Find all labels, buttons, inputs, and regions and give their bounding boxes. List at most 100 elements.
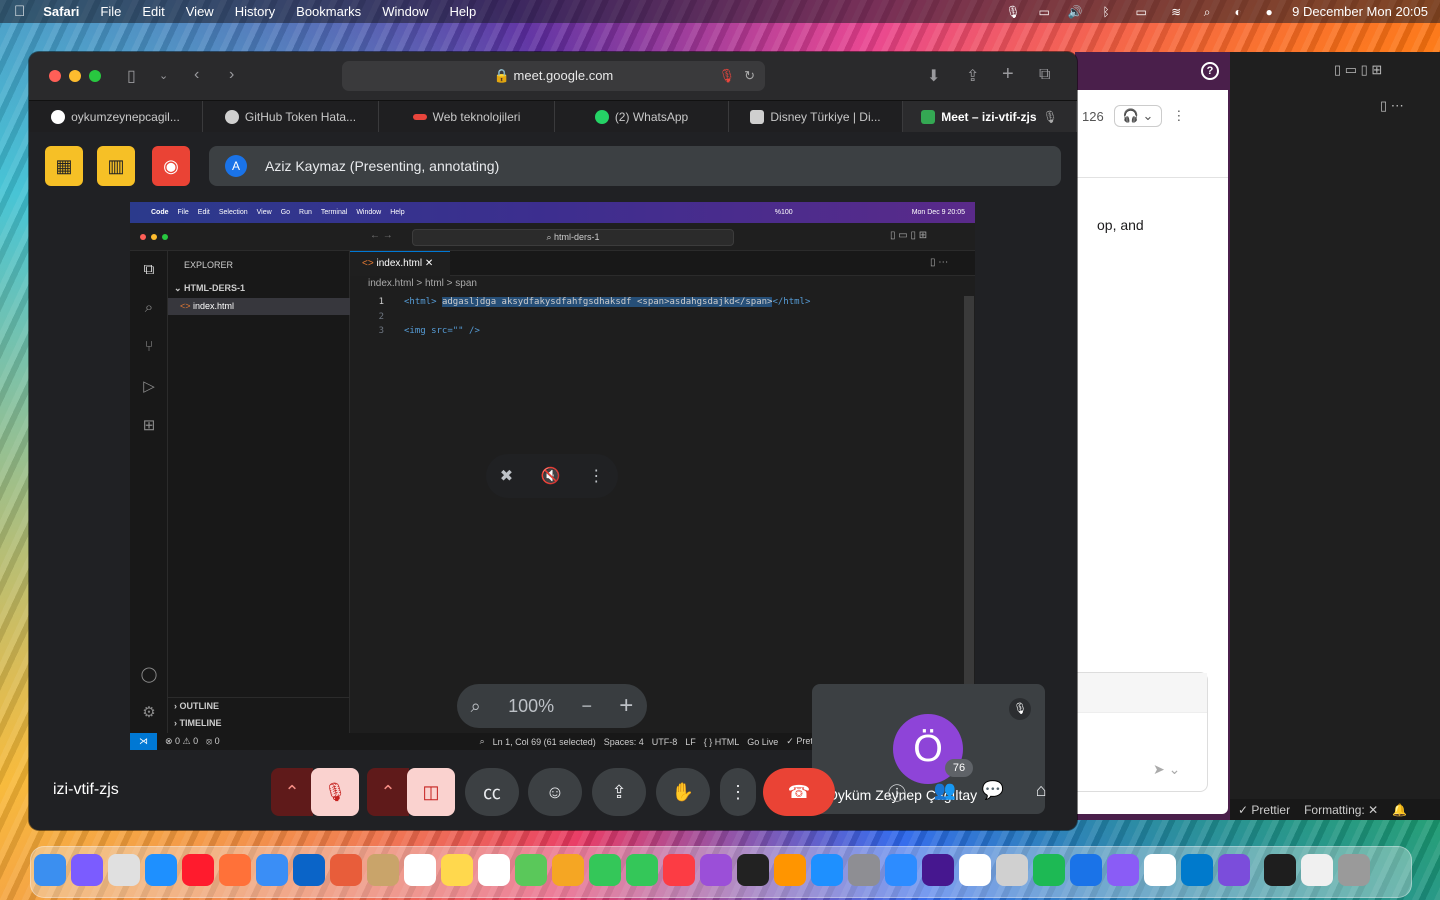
chat-icon[interactable]: 💬 xyxy=(980,780,1006,804)
people-icon[interactable]: 👥 xyxy=(932,780,958,804)
message-composer[interactable]: ➤ ⌄ xyxy=(1075,672,1208,792)
status-formatting[interactable]: Formatting: ✕ xyxy=(1304,803,1378,817)
kebab-icon[interactable]: ⋮ xyxy=(1172,108,1185,124)
minimize-button[interactable] xyxy=(69,70,81,82)
share-icon[interactable]: ⇪ xyxy=(966,66,979,86)
preview-icon[interactable] xyxy=(1301,854,1333,886)
camera-toggle-button[interactable]: ◫ xyxy=(407,768,455,816)
member-count[interactable]: 126 xyxy=(1082,109,1104,124)
spotify-icon[interactable] xyxy=(1033,854,1065,886)
tab-github-profile[interactable]: oykumzeynepcagil... xyxy=(29,101,203,133)
facetime-icon[interactable] xyxy=(626,854,658,886)
control-center-icon[interactable]: ◐ xyxy=(1230,6,1246,18)
notes-icon[interactable] xyxy=(441,854,473,886)
captions-button[interactable]: ㏄ xyxy=(465,768,519,816)
mute-presentation-icon[interactable]: 🔇 xyxy=(541,466,561,486)
info-icon[interactable]: ⓘ xyxy=(884,780,910,804)
mic-toggle-button[interactable]: 🎙 xyxy=(311,768,359,816)
terminal-icon[interactable] xyxy=(1264,854,1296,886)
menu-window[interactable]: Window xyxy=(382,4,428,19)
wifi-icon[interactable]: ≋ xyxy=(1168,6,1184,18)
maps-icon[interactable] xyxy=(515,854,547,886)
apple-icon[interactable]:  xyxy=(14,3,25,20)
tab-web-tech[interactable]: Web teknolojileri xyxy=(379,101,555,133)
bluetooth-icon[interactable]: ᛒ xyxy=(1098,6,1114,18)
sidebar-toggle-icon[interactable]: ▯ xyxy=(127,66,136,86)
camera-off-icon[interactable]: ▦ xyxy=(45,146,83,186)
tab-disney[interactable]: Disney Türkiye | Di... xyxy=(729,101,903,133)
media-icon[interactable] xyxy=(1107,854,1139,886)
menu-bookmarks[interactable]: Bookmarks xyxy=(296,4,361,19)
status-prettier[interactable]: ✓ Prettier xyxy=(1238,803,1290,817)
podcasts-icon[interactable] xyxy=(700,854,732,886)
siri-icon[interactable]: ● xyxy=(1261,6,1277,18)
microphone-icon[interactable]: 🎙 xyxy=(1005,6,1021,18)
mic-options-button[interactable]: ⌃ xyxy=(271,768,313,816)
safari-icon[interactable] xyxy=(145,854,177,886)
reload-icon[interactable]: ↻ xyxy=(744,61,755,91)
tab-overview-icon[interactable]: ⧉ xyxy=(1039,66,1050,84)
back-icon[interactable]: ‹ xyxy=(194,66,199,84)
messages-icon[interactable] xyxy=(589,854,621,886)
menu-history[interactable]: History xyxy=(235,4,275,19)
companion-icon[interactable]: ▥ xyxy=(97,146,135,186)
mailbox-icon[interactable] xyxy=(330,854,362,886)
appstore-icon[interactable] xyxy=(811,854,843,886)
new-tab-icon[interactable]: + xyxy=(1002,63,1014,86)
menu-view[interactable]: View xyxy=(186,4,214,19)
mail-icon[interactable] xyxy=(256,854,288,886)
close-button[interactable] xyxy=(49,70,61,82)
outlook-icon[interactable] xyxy=(293,854,325,886)
opera-icon[interactable] xyxy=(182,854,214,886)
contacts-icon[interactable] xyxy=(367,854,399,886)
zoom-button[interactable] xyxy=(89,70,101,82)
bell-icon[interactable]: 🔔 xyxy=(1392,803,1407,817)
screen-mirror-icon[interactable]: ▭ xyxy=(1036,6,1052,18)
zoom-icon[interactable] xyxy=(885,854,917,886)
forward-icon[interactable]: › xyxy=(229,66,234,84)
help-icon[interactable] xyxy=(996,854,1028,886)
sigma-icon[interactable] xyxy=(1070,854,1102,886)
mic-tab-icon[interactable]: 🎙 xyxy=(1043,110,1058,124)
calendar-icon[interactable] xyxy=(404,854,436,886)
layout-icons[interactable]: ▯ ▭ ▯ ⊞ xyxy=(1334,62,1382,78)
notion-icon[interactable] xyxy=(959,854,991,886)
raise-hand-button[interactable]: ✋ xyxy=(656,768,710,816)
menu-app[interactable]: Safari xyxy=(43,4,79,19)
photos-icon[interactable] xyxy=(552,854,584,886)
siri-icon[interactable] xyxy=(71,854,103,886)
microphone-icon[interactable]: 🎙 xyxy=(718,61,735,91)
tab-meet[interactable]: Meet – izi-vtif-zjs 🎙 xyxy=(903,101,1077,133)
zoom-search-icon[interactable]: ⌕ xyxy=(471,696,481,717)
more-options-icon[interactable]: ⋮ xyxy=(588,466,604,486)
menubar-clock[interactable]: 9 December Mon 20:05 xyxy=(1292,4,1428,19)
tab-github-token[interactable]: GitHub Token Hata... xyxy=(203,101,379,133)
emoji-button[interactable]: ☺ xyxy=(528,768,582,816)
more-options-button[interactable]: ⋮ xyxy=(720,768,756,816)
download-icon[interactable]: ⬇ xyxy=(927,66,940,86)
music-icon[interactable] xyxy=(663,854,695,886)
menu-edit[interactable]: Edit xyxy=(142,4,164,19)
vscode-icon[interactable] xyxy=(1181,854,1213,886)
split-more-icons[interactable]: ▯ ⋯ xyxy=(1380,98,1404,114)
leave-call-button[interactable]: ☎ xyxy=(763,768,835,816)
headphones-icon[interactable]: 🎧 ⌄ xyxy=(1113,105,1163,127)
send-icon[interactable]: ➤ ⌄ xyxy=(1153,761,1180,778)
activities-icon[interactable]: ⌂ xyxy=(1028,780,1054,804)
launchpad-icon[interactable] xyxy=(108,854,140,886)
reminders-icon[interactable] xyxy=(478,854,510,886)
self-view-tile[interactable]: Ö Öyküm Zeynep Çağıltay 🎙 xyxy=(812,684,1045,814)
slack-icon[interactable] xyxy=(1144,854,1176,886)
present-button[interactable]: ⇪ xyxy=(592,768,646,816)
github-desktop-icon[interactable] xyxy=(1218,854,1250,886)
help-icon[interactable]: ? xyxy=(1201,62,1219,80)
kahoot-icon[interactable] xyxy=(922,854,954,886)
zoom-out-icon[interactable]: − xyxy=(581,696,592,717)
camera-options-button[interactable]: ⌃ xyxy=(367,768,409,816)
finder-icon[interactable] xyxy=(34,854,66,886)
books-icon[interactable] xyxy=(774,854,806,886)
firefox-icon[interactable] xyxy=(219,854,251,886)
recording-icon[interactable]: ◉ xyxy=(152,146,190,186)
unpin-icon[interactable]: ✖ xyxy=(500,466,513,486)
zoom-in-icon[interactable]: + xyxy=(619,692,633,720)
